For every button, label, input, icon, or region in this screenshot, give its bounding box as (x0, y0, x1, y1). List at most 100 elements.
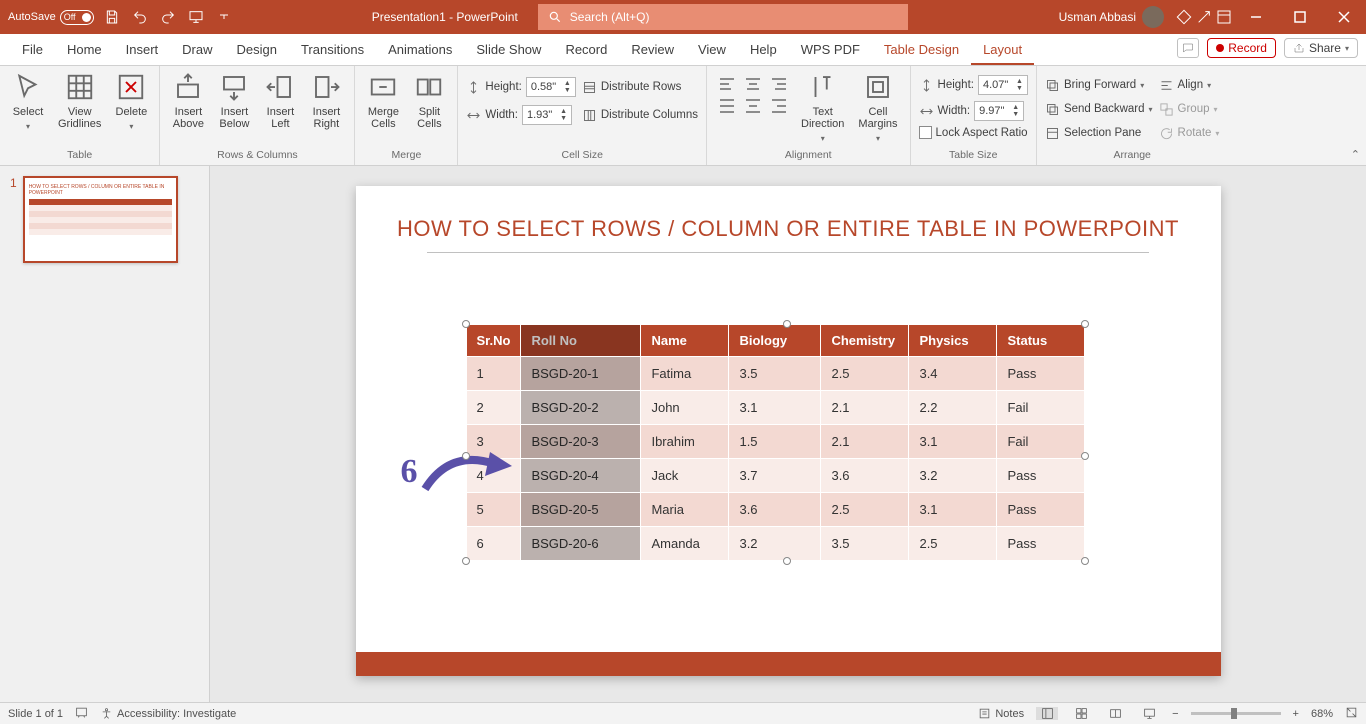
normal-view-button[interactable] (1036, 707, 1058, 720)
table-cell[interactable]: 3.1 (909, 493, 997, 527)
menu-tab-insert[interactable]: Insert (114, 36, 171, 65)
table-cell[interactable]: 3.5 (729, 357, 821, 391)
menu-tab-draw[interactable]: Draw (170, 36, 224, 65)
share-button[interactable]: Share▾ (1284, 38, 1358, 58)
align-top-right[interactable] (767, 74, 791, 94)
insert-right-button[interactable]: Insert Right (306, 70, 346, 132)
table-header[interactable]: Name (641, 325, 729, 357)
table-row[interactable]: 6BSGD-20-6Amanda3.23.52.5Pass (466, 527, 1085, 561)
align-mid-left[interactable] (715, 96, 739, 116)
insert-left-button[interactable]: Insert Left (260, 70, 300, 132)
table-row[interactable]: 4BSGD-20-4Jack3.73.63.2Pass (466, 459, 1085, 493)
zoom-in-button[interactable]: + (1293, 708, 1299, 720)
menu-tab-animations[interactable]: Animations (376, 36, 464, 65)
table-row[interactable]: 2BSGD-20-2John3.12.12.2Fail (466, 391, 1085, 425)
qat-more-icon[interactable] (214, 7, 234, 27)
rotate-button[interactable]: Rotate▾ (1159, 122, 1220, 144)
language-icon[interactable] (75, 706, 88, 722)
distribute-columns-button[interactable]: Distribute Columns (582, 104, 698, 126)
diamond-icon[interactable] (1174, 7, 1194, 27)
table-cell[interactable]: Pass (997, 493, 1085, 527)
menu-tab-review[interactable]: Review (619, 36, 686, 65)
undo-icon[interactable] (130, 7, 150, 27)
table-cell[interactable]: 3.2 (909, 459, 997, 493)
table-height-input[interactable]: 4.07"▲▼ (978, 75, 1028, 95)
lock-aspect-ratio-checkbox[interactable]: Lock Aspect Ratio (919, 126, 1028, 139)
menu-tab-wps-pdf[interactable]: WPS PDF (789, 36, 872, 65)
table-cell[interactable]: 2.5 (909, 527, 997, 561)
table-cell[interactable]: Amanda (641, 527, 729, 561)
distribute-rows-button[interactable]: Distribute Rows (582, 76, 698, 98)
table-cell[interactable]: 3.7 (729, 459, 821, 493)
select-button[interactable]: Select▾ (8, 70, 48, 133)
table-header[interactable]: Status (997, 325, 1085, 357)
table-width-input[interactable]: 9.97"▲▼ (974, 101, 1024, 121)
maximize-button[interactable] (1278, 0, 1322, 34)
menu-tab-file[interactable]: File (10, 36, 55, 65)
table-cell[interactable]: 1.5 (729, 425, 821, 459)
align-mid-right[interactable] (767, 96, 791, 116)
table-cell[interactable]: 2.1 (821, 391, 909, 425)
table-cell[interactable]: 6 (466, 527, 521, 561)
table-cell[interactable]: John (641, 391, 729, 425)
table-cell[interactable]: 3.1 (729, 391, 821, 425)
menu-tab-transitions[interactable]: Transitions (289, 36, 376, 65)
group-button[interactable]: Group▾ (1159, 98, 1220, 120)
table-cell[interactable]: Jack (641, 459, 729, 493)
table-cell[interactable]: Fatima (641, 357, 729, 391)
table-cell[interactable]: Fail (997, 391, 1085, 425)
table-cell[interactable]: 2.1 (821, 425, 909, 459)
table-header[interactable]: Physics (909, 325, 997, 357)
zoom-slider[interactable] (1191, 712, 1281, 715)
zoom-out-button[interactable]: − (1172, 708, 1178, 720)
accessibility-status[interactable]: Accessibility: Investigate (100, 707, 236, 720)
table-cell[interactable]: Pass (997, 527, 1085, 561)
record-button[interactable]: Record (1207, 38, 1276, 58)
table-cell[interactable]: 3.4 (909, 357, 997, 391)
table-header[interactable]: Chemistry (821, 325, 909, 357)
redo-icon[interactable] (158, 7, 178, 27)
send-backward-button[interactable]: Send Backward▾ (1045, 98, 1153, 120)
autosave-toggle[interactable]: AutoSave Off (8, 10, 94, 25)
table-cell[interactable]: 3.1 (909, 425, 997, 459)
wand-icon[interactable] (1194, 7, 1214, 27)
table-cell[interactable]: BSGD-20-5 (521, 493, 641, 527)
table-cell[interactable]: 1 (466, 357, 521, 391)
align-top-center[interactable] (741, 74, 765, 94)
insert-above-button[interactable]: Insert Above (168, 70, 208, 132)
reading-view-button[interactable] (1104, 707, 1126, 720)
table-cell[interactable]: BSGD-20-2 (521, 391, 641, 425)
slide-sorter-view-button[interactable] (1070, 707, 1092, 720)
table-cell[interactable]: BSGD-20-1 (521, 357, 641, 391)
table-cell[interactable]: 2 (466, 391, 521, 425)
slide-thumbnail-1[interactable]: HOW TO SELECT ROWS / COLUMN OR ENTIRE TA… (23, 176, 178, 263)
slideshow-view-button[interactable] (1138, 707, 1160, 720)
user-account[interactable]: Usman Abbasi (1049, 6, 1174, 28)
split-cells-button[interactable]: Split Cells (409, 70, 449, 132)
table-cell[interactable]: Fail (997, 425, 1085, 459)
menu-tab-help[interactable]: Help (738, 36, 789, 65)
table-cell[interactable]: Maria (641, 493, 729, 527)
close-button[interactable] (1322, 0, 1366, 34)
collapse-ribbon-icon[interactable]: ⌃ (1351, 148, 1360, 161)
table-row[interactable]: 5BSGD-20-5Maria3.62.53.1Pass (466, 493, 1085, 527)
table-cell[interactable]: BSGD-20-3 (521, 425, 641, 459)
menu-tab-table-design[interactable]: Table Design (872, 36, 971, 65)
menu-tab-view[interactable]: View (686, 36, 738, 65)
table-cell[interactable]: Pass (997, 459, 1085, 493)
slide-title[interactable]: HOW TO SELECT ROWS / COLUMN OR ENTIRE TA… (396, 216, 1181, 242)
table-cell[interactable]: 3.2 (729, 527, 821, 561)
ribbon-display-icon[interactable] (1214, 7, 1234, 27)
menu-tab-record[interactable]: Record (553, 36, 619, 65)
table-cell[interactable]: 3.6 (729, 493, 821, 527)
menu-tab-slide-show[interactable]: Slide Show (464, 36, 553, 65)
comments-button[interactable] (1177, 38, 1199, 58)
notes-button[interactable]: Notes (978, 707, 1024, 720)
table-header[interactable]: Sr.No (466, 325, 521, 357)
insert-below-button[interactable]: Insert Below (214, 70, 254, 132)
bring-forward-button[interactable]: Bring Forward▾ (1045, 74, 1153, 96)
align-mid-center[interactable] (741, 96, 765, 116)
view-gridlines-button[interactable]: View Gridlines (54, 70, 105, 132)
menu-tab-home[interactable]: Home (55, 36, 114, 65)
table-row[interactable]: 3BSGD-20-3Ibrahim1.52.13.1Fail (466, 425, 1085, 459)
